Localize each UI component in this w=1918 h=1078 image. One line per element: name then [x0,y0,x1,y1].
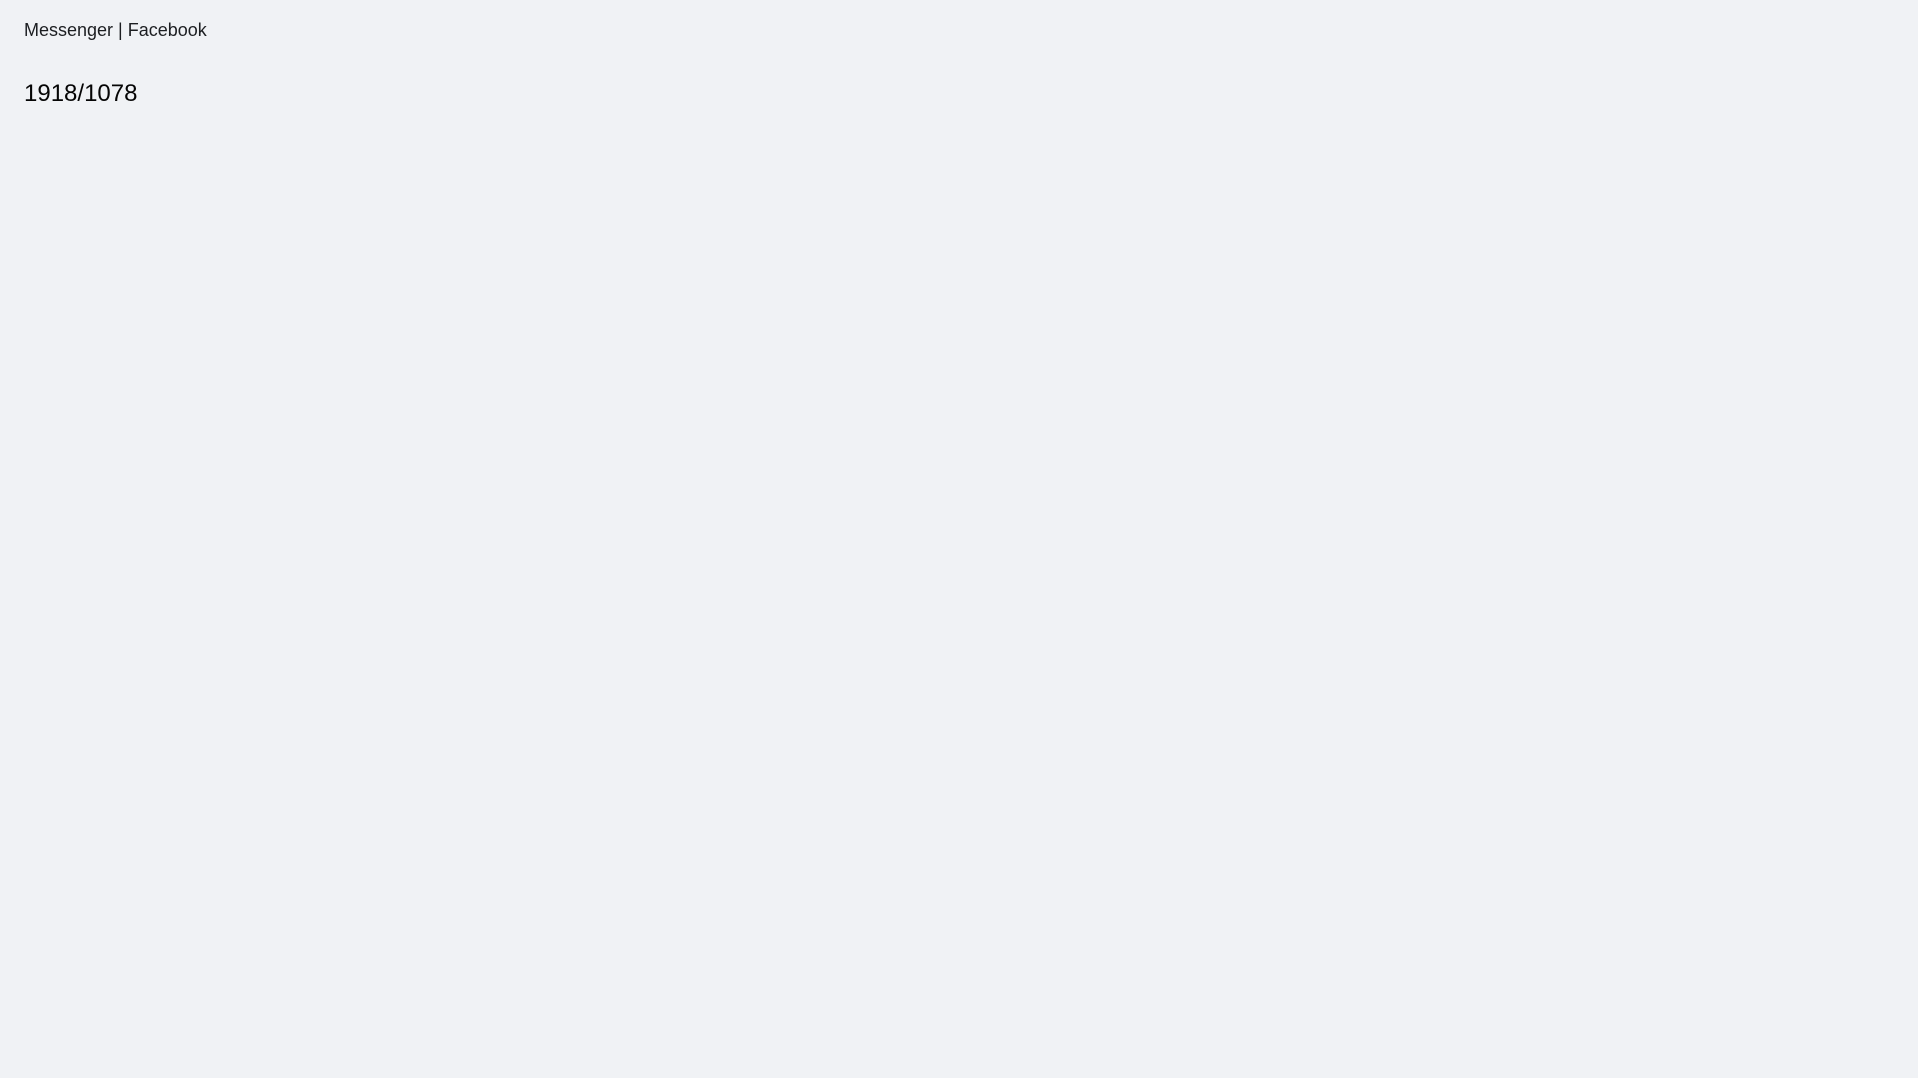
pair-y: 1078 [84,80,138,107]
tab-title: Messenger | Facebook [24,20,207,40]
screen: Messenger | Facebook 1918/1078 [0,0,1918,1078]
pair-x: 1918 [24,80,78,107]
answer-box: 1918/1078 [24,80,137,108]
